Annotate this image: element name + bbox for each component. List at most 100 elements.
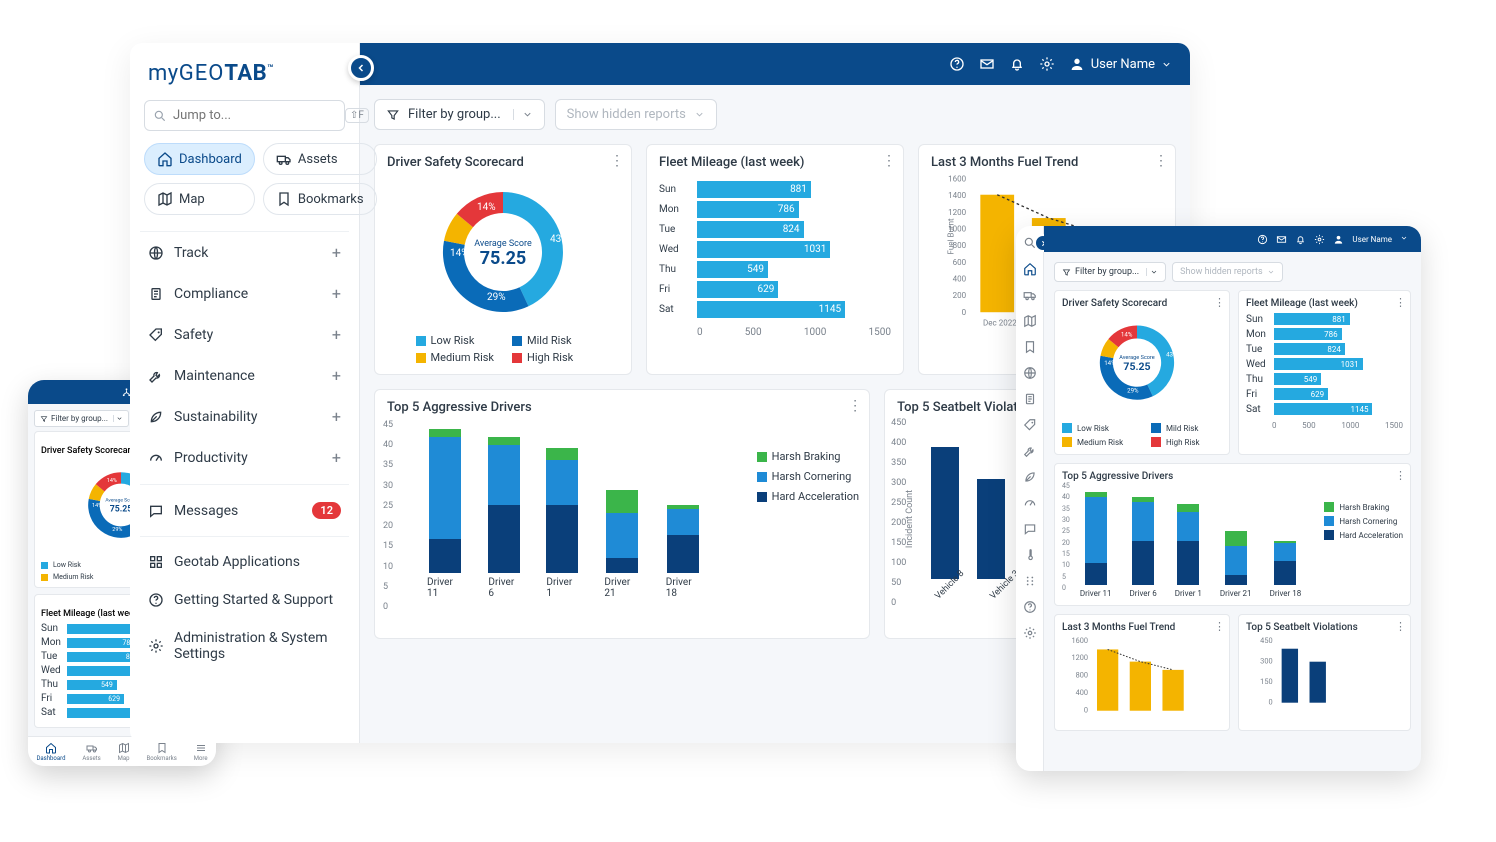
gear-icon [148, 638, 164, 654]
truck-icon [276, 151, 292, 167]
phone-filter-group[interactable]: Filter by group... [34, 410, 129, 427]
hidden-reports-label: Show hidden reports [567, 107, 686, 122]
side-sustainability[interactable]: Sustainability+ [140, 396, 349, 437]
tablet-user-icon[interactable] [1333, 234, 1344, 245]
bookmark-icon [276, 191, 292, 207]
card-more-icon[interactable]: ⋮ [848, 398, 861, 414]
messages-badge: 12 [312, 502, 341, 519]
card-more-icon[interactable]: ⋮ [610, 153, 623, 169]
rail-wrench-icon[interactable] [1023, 444, 1037, 458]
tcard-seatbelt-chart: 0150300450 [1246, 633, 1396, 715]
expand-icon: + [332, 325, 341, 344]
rail-tag-icon[interactable] [1023, 418, 1037, 432]
nav-assets[interactable]: Assets [263, 143, 377, 175]
card-more-icon[interactable]: ⋮ [1395, 296, 1405, 309]
chevron-down-icon [694, 109, 705, 120]
card-more-icon[interactable]: ⋮ [1395, 469, 1405, 482]
svg-text:14%: 14% [1121, 331, 1133, 339]
side-productivity[interactable]: Productivity+ [140, 437, 349, 478]
chevron-down-icon [513, 109, 533, 120]
brand-logo: myGEOTAB™ [140, 57, 349, 100]
rail-dots-icon[interactable] [1023, 574, 1037, 588]
expand-icon: + [332, 366, 341, 385]
filter-by-group[interactable]: Filter by group... [374, 99, 545, 130]
svg-text:400: 400 [1076, 688, 1088, 697]
nav-bookmarks[interactable]: Bookmarks [263, 183, 377, 215]
tablet-mileage-xaxis: 050010001500 [1246, 421, 1403, 430]
tcard-fuel: Last 3 Months Fuel Trend ⋮ 0400800120016… [1054, 614, 1230, 731]
ptab-bookmarks[interactable]: Bookmarks [147, 742, 177, 762]
side-support[interactable]: Getting Started & Support [140, 581, 349, 619]
tablet-hidden-label: Show hidden reports [1180, 267, 1263, 277]
rail-speed-icon[interactable] [1023, 496, 1037, 510]
topbar-user-menu[interactable]: User Name [1069, 56, 1172, 72]
rail-home-icon[interactable] [1023, 262, 1037, 276]
tag-icon [148, 327, 164, 343]
tablet-content: Filter by group... Show hidden reports D… [1044, 252, 1421, 771]
nav-map[interactable]: Map [144, 183, 255, 215]
divider [140, 484, 349, 485]
ptab-more[interactable]: More [194, 742, 208, 762]
topbar-mail-icon[interactable] [979, 56, 995, 72]
svg-text:43%: 43% [1166, 350, 1178, 358]
side-maintenance[interactable]: Maintenance+ [140, 355, 349, 396]
topbar-user-name: User Name [1091, 57, 1155, 72]
rail-thermo-icon[interactable] [1023, 548, 1037, 562]
search-input-wrap[interactable]: ⇧F [144, 100, 345, 131]
show-hidden-reports[interactable]: Show hidden reports [555, 99, 717, 130]
card-more-icon[interactable]: ⋮ [882, 153, 895, 169]
rail-gear-icon[interactable] [1023, 626, 1037, 640]
seatbelt-ylabel: Incident Count [905, 490, 915, 548]
tablet-gear-icon[interactable] [1314, 234, 1325, 245]
side-track[interactable]: Track+ [140, 232, 349, 273]
legend-medium-risk: Medium Risk [416, 351, 494, 364]
card-aggressive-title: Top 5 Aggressive Drivers [387, 400, 857, 415]
rail-help-icon[interactable] [1023, 600, 1037, 614]
nav-map-label: Map [179, 192, 205, 207]
top-nav: Dashboard Assets Map Bookmarks [140, 143, 349, 227]
rail-msg-icon[interactable] [1023, 522, 1037, 536]
pcard-mileage-title: Fleet Mileage (last week) [41, 609, 142, 619]
tablet-hidden-reports[interactable]: Show hidden reports [1172, 262, 1283, 282]
card-more-icon[interactable]: ⋮ [1395, 620, 1405, 633]
topbar-bell-icon[interactable] [1009, 56, 1025, 72]
tablet-filter-group[interactable]: Filter by group... [1054, 262, 1166, 282]
tablet-bell-icon[interactable] [1295, 234, 1306, 245]
card-more-icon[interactable]: ⋮ [1214, 296, 1224, 309]
ptab-map[interactable]: Map [118, 742, 130, 762]
svg-text:0: 0 [1268, 697, 1272, 706]
tablet-mail-icon[interactable] [1276, 234, 1287, 245]
tablet-window: User Name Filter by group... Show hidden… [1016, 226, 1421, 771]
rail-map-icon[interactable] [1023, 314, 1037, 328]
side-safety[interactable]: Safety + [140, 314, 349, 355]
rail-clip-icon[interactable] [1023, 392, 1037, 406]
card-more-icon[interactable]: ⋮ [1154, 153, 1167, 169]
side-settings[interactable]: Administration & System Settings [140, 619, 349, 673]
svg-text:43%: 43% [550, 234, 569, 245]
rail-bookmark-icon[interactable] [1023, 340, 1037, 354]
tablet-rail [1016, 226, 1044, 771]
search-input[interactable] [173, 108, 339, 123]
topbar-help-icon[interactable] [949, 56, 965, 72]
rail-leaf-icon[interactable] [1023, 470, 1037, 484]
side-safety-label: Safety [174, 327, 213, 343]
rail-truck-icon[interactable] [1023, 288, 1037, 302]
card-more-icon[interactable]: ⋮ [1214, 620, 1224, 633]
tcard-aggressive: Top 5 Aggressive Drivers ⋮ 4540353025201… [1054, 463, 1411, 606]
sidebar-collapse-toggle[interactable] [348, 55, 374, 81]
svg-text:150: 150 [1260, 677, 1272, 686]
ptab-dashboard[interactable]: Dashboard [36, 742, 65, 762]
ptab-assets[interactable]: Assets [82, 742, 100, 762]
svg-text:14%: 14% [1104, 359, 1116, 367]
rail-globe-icon[interactable] [1023, 366, 1037, 380]
nav-dashboard[interactable]: Dashboard [144, 143, 255, 175]
side-messages[interactable]: Messages12 [140, 491, 349, 530]
side-compliance[interactable]: Compliance+ [140, 273, 349, 314]
tablet-help-icon[interactable] [1257, 234, 1268, 245]
side-apps[interactable]: Geotab Applications [140, 543, 349, 581]
topbar-gear-icon[interactable] [1039, 56, 1055, 72]
tcard-mileage-title: Fleet Mileage (last week) [1246, 298, 1358, 309]
expand-icon: + [332, 407, 341, 426]
svg-text:29%: 29% [487, 292, 506, 303]
mileage-xaxis: 050010001500 [659, 327, 891, 338]
